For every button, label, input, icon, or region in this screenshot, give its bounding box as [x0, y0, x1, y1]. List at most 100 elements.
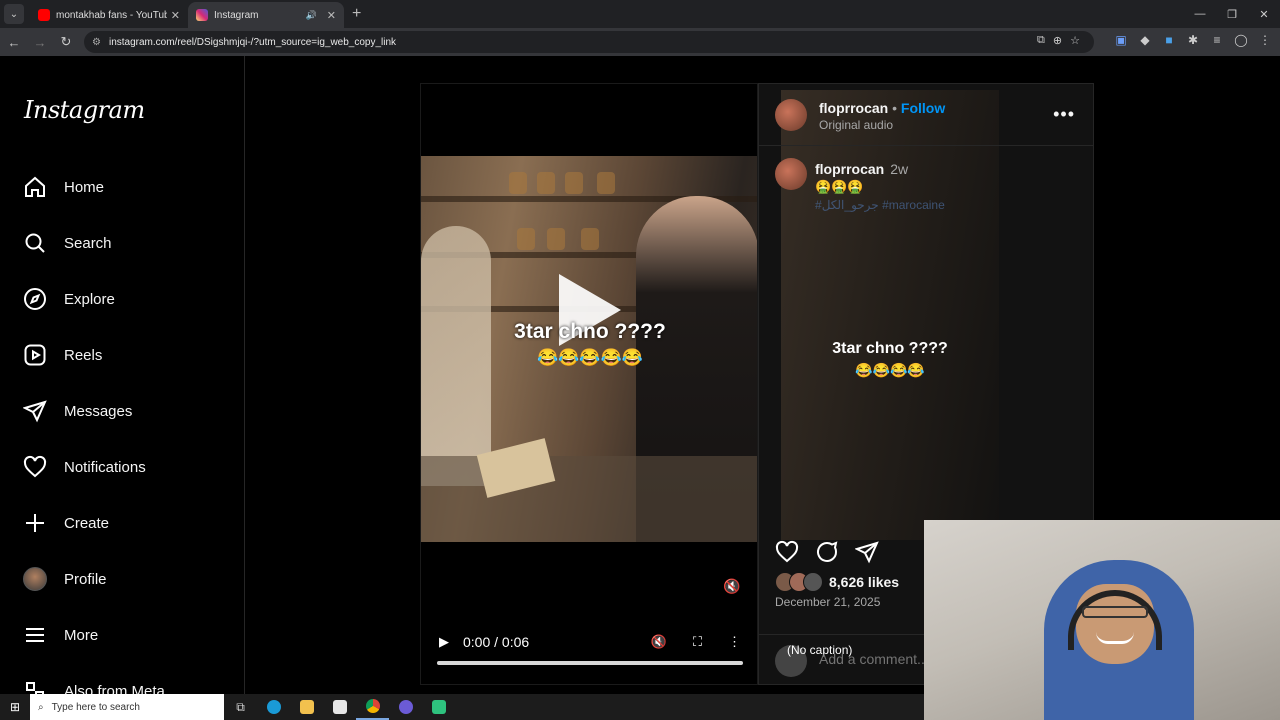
video-caption-text: 3tar chno ???? [514, 320, 666, 343]
obs-icon[interactable] [389, 694, 422, 720]
share-icon[interactable] [854, 540, 879, 569]
smile [1096, 632, 1134, 644]
bookmark-star-icon[interactable]: ☆ [1070, 34, 1080, 47]
mute-icon[interactable]: 🔇 [651, 634, 667, 650]
taskbar-search-placeholder: Type here to search [51, 701, 140, 713]
sidebar-item-label: Messages [64, 402, 133, 420]
add-comment-input[interactable]: Add a comment... [819, 651, 929, 667]
reel-video-player[interactable]: 3tar chno ???? 😂😂😂😂😂 🔇 ▶ 0:00 / 0:06 🔇 ⛶… [420, 83, 758, 685]
sidebar-item-profile[interactable]: Profile [22, 559, 107, 599]
author-avatar[interactable] [775, 99, 807, 131]
zoom-icon[interactable]: ⊕ [1053, 34, 1062, 47]
sidebar-item-label: Explore [64, 290, 115, 308]
new-tab-button[interactable]: + [352, 5, 361, 23]
close-window-icon[interactable]: ✕ [1248, 0, 1280, 28]
video-progress-bar[interactable] [437, 661, 743, 665]
forward-icon[interactable]: → [28, 30, 52, 54]
reels-icon [22, 342, 48, 368]
comment-time: 2w [890, 161, 909, 177]
edge-icon[interactable] [257, 694, 290, 720]
task-view-icon[interactable]: ⧉ [224, 694, 257, 720]
app-icon[interactable] [422, 694, 455, 720]
extensions-puzzle-icon[interactable]: ✱ [1186, 33, 1200, 47]
search-icon [22, 230, 48, 256]
restore-icon[interactable]: ❐ [1216, 0, 1248, 28]
sidebar-item-home[interactable]: Home [22, 167, 104, 207]
minimize-icon[interactable]: — [1184, 0, 1216, 28]
omnibox-actions: ⧉ ⊕ ☆ [1037, 34, 1080, 47]
sidebar-item-reels[interactable]: Reels [22, 335, 102, 375]
author-username[interactable]: floprrocan • Follow [819, 100, 945, 116]
fullscreen-icon[interactable]: ⛶ [693, 634, 702, 650]
browser-tab-bar: ⌄ montakhab fans - YouTube ✕ Instagram 🔊… [0, 0, 1280, 28]
sidebar-item-more[interactable]: More [22, 615, 98, 655]
chrome-icon[interactable] [356, 694, 389, 720]
tab-search-button[interactable]: ⌄ [4, 4, 24, 24]
sidebar-item-search[interactable]: Search [22, 223, 112, 263]
back-icon[interactable]: ← [2, 30, 26, 54]
browser-toolbar: ← → ↻ ⚙ instagram.com/reel/DSigshmjqi-/?… [0, 28, 1280, 56]
extension-icons: ▣ ◆ ■ ✱ ≡ ◯ ⋮ [1114, 33, 1272, 47]
store-icon[interactable] [323, 694, 356, 720]
send-icon [22, 398, 48, 424]
comment-hashtags[interactable]: #جرحو_الكل #marocaine [815, 198, 945, 212]
search-icon: ⌕ [38, 701, 44, 713]
taskbar-search-box[interactable]: ⌕ Type here to search [30, 694, 224, 720]
install-app-icon[interactable]: ⧉ [1037, 34, 1045, 47]
video-caption-emoji: 😂😂😂😂😂 [537, 348, 643, 367]
instagram-logo[interactable]: Instagram [24, 96, 145, 124]
sidebar-item-explore[interactable]: Explore [22, 279, 115, 319]
username-text: floprrocan [819, 100, 889, 116]
sidebar-item-messages[interactable]: Messages [22, 391, 132, 431]
plus-icon [22, 510, 48, 536]
windows-start-icon[interactable]: ⊞ [0, 694, 30, 720]
reading-list-icon[interactable]: ≡ [1210, 33, 1224, 47]
comment-header: floprrocan 2w [815, 161, 908, 177]
sidebar-item-create[interactable]: Create [22, 503, 109, 543]
diamond-extension-icon[interactable]: ◆ [1138, 33, 1152, 47]
compass-icon [22, 286, 48, 312]
sidebar-item-label: Profile [64, 570, 107, 588]
sidebar-item-label: Notifications [64, 458, 146, 476]
sidebar-item-label: Create [64, 514, 110, 532]
sidebar-item-label: Reels [64, 346, 103, 364]
address-bar[interactable]: ⚙ instagram.com/reel/DSigshmjqi-/?utm_so… [84, 31, 1094, 53]
comment-emoji: 🤮🤮🤮 [815, 179, 864, 194]
sidebar-item-label: More [64, 626, 99, 644]
instagram-favicon-icon [196, 9, 208, 21]
webcam-overlay [924, 520, 1280, 720]
sidebar-item-notifications[interactable]: Notifications [22, 447, 146, 487]
more-options-icon[interactable]: ⋮ [728, 634, 741, 650]
site-info-icon[interactable]: ⚙ [92, 37, 101, 48]
post-actions [775, 540, 879, 569]
post-options-icon[interactable]: ••• [1053, 104, 1075, 125]
close-tab-icon[interactable]: ✕ [327, 9, 336, 22]
tab-youtube[interactable]: montakhab fans - YouTube ✕ [30, 2, 188, 28]
commenter-avatar[interactable] [775, 158, 807, 190]
audio-playing-icon[interactable]: 🔊 [306, 10, 317, 21]
tab-instagram[interactable]: Instagram 🔊 ✕ [188, 2, 344, 28]
follow-button[interactable]: Follow [901, 100, 945, 116]
window-controls: — ❐ ✕ [1184, 0, 1280, 28]
windows-taskbar: ⊞ ⌕ Type here to search ⧉ [0, 694, 924, 720]
translate-extension-icon[interactable]: ▣ [1114, 33, 1128, 47]
file-explorer-icon[interactable] [290, 694, 323, 720]
browser-menu-icon[interactable]: ⋮ [1258, 33, 1272, 47]
blue-extension-icon[interactable]: ■ [1162, 33, 1176, 47]
like-icon[interactable] [775, 540, 799, 569]
home-icon [22, 174, 48, 200]
liked-by-avatars[interactable] [775, 572, 823, 592]
profile-icon[interactable]: ◯ [1234, 33, 1248, 47]
glasses [1082, 606, 1148, 618]
likes-count[interactable]: 8,626 likes [829, 574, 899, 590]
audio-label[interactable]: Original audio [819, 118, 893, 132]
ghost-caption-text: 3tar chno ???? [832, 340, 948, 357]
comment-icon[interactable] [815, 540, 839, 569]
close-tab-icon[interactable]: ✕ [171, 9, 180, 22]
glass-counter [421, 456, 757, 542]
post-header: floprrocan • Follow Original audio ••• [759, 84, 1093, 146]
mute-overlay-icon[interactable]: 🔇 [723, 578, 740, 595]
play-icon[interactable]: ▶ [439, 634, 449, 650]
comment-username[interactable]: floprrocan [815, 161, 884, 177]
reload-icon[interactable]: ↻ [54, 30, 78, 54]
